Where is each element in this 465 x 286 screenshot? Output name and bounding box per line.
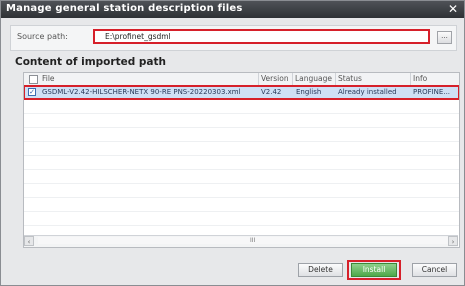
source-path-input[interactable]: E:\profinet_gsdml [93, 29, 430, 44]
column-divider [258, 73, 259, 85]
cancel-button[interactable]: Cancel [412, 263, 457, 277]
scroll-thumb[interactable]: III [38, 237, 448, 244]
row-highlight-box [24, 85, 459, 100]
delete-button[interactable]: Delete [298, 263, 343, 277]
row-divider [24, 211, 459, 212]
scroll-left-arrow-icon[interactable]: ‹ [24, 236, 34, 246]
install-highlight-box [347, 260, 401, 280]
scroll-grip-icon: III [250, 237, 256, 244]
row-divider [24, 225, 459, 226]
column-header-version[interactable]: Version [261, 74, 289, 83]
row-divider [24, 127, 459, 128]
select-all-checkbox[interactable] [29, 75, 38, 84]
column-header-info[interactable]: Info [413, 74, 427, 83]
horizontal-scrollbar[interactable]: ‹ III › [24, 235, 458, 247]
column-divider [292, 73, 293, 85]
row-divider [24, 141, 459, 142]
column-divider [410, 73, 411, 85]
manage-gsd-dialog: Manage general station description files… [0, 0, 465, 286]
column-header-language[interactable]: Language [295, 74, 332, 83]
row-divider [24, 183, 459, 184]
scroll-right-arrow-icon[interactable]: › [448, 236, 458, 246]
row-divider [24, 113, 459, 114]
close-icon[interactable]: ✕ [446, 2, 460, 16]
column-header-status[interactable]: Status [338, 74, 362, 83]
row-divider [24, 155, 459, 156]
content-section-title: Content of imported path [15, 56, 166, 68]
source-path-row: Source path: E:\profinet_gsdml ... [10, 25, 457, 51]
source-path-label: Source path: [17, 32, 68, 41]
column-divider [335, 73, 336, 85]
dialog-title: Manage general station description files [6, 3, 243, 14]
title-bar[interactable]: Manage general station description files… [1, 1, 464, 18]
column-header-file[interactable]: File [42, 74, 55, 83]
gsd-files-table: File Version Language Status Info ✓ GSDM… [23, 72, 460, 248]
browse-button[interactable]: ... [437, 31, 452, 44]
row-divider [24, 197, 459, 198]
row-divider [24, 169, 459, 170]
